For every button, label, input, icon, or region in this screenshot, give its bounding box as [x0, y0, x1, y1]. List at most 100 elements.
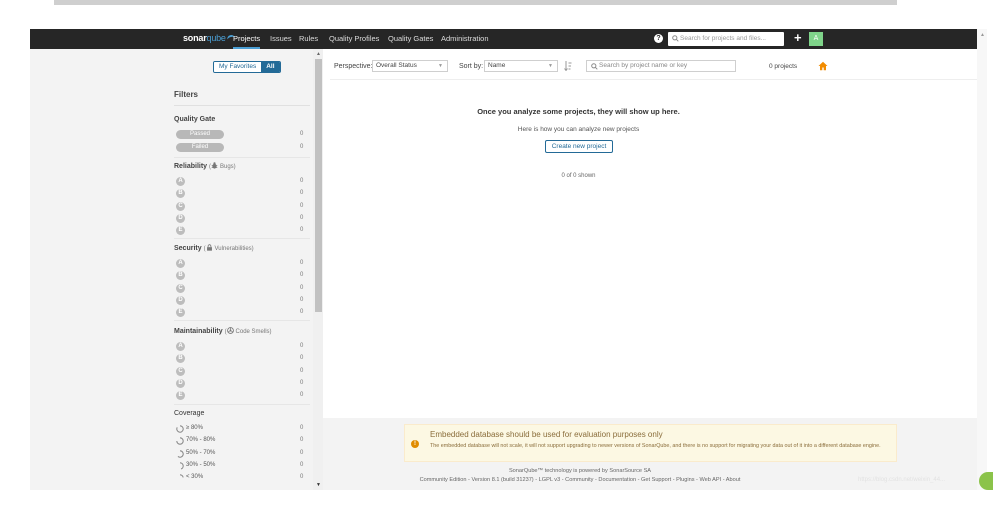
divider	[174, 404, 310, 405]
security-rating-a[interactable]: A	[176, 259, 185, 268]
maintainability-rating-count: 0	[300, 343, 304, 349]
security-rating-count: 0	[300, 272, 304, 279]
coverage-option-label[interactable]: 50% - 70%	[186, 450, 215, 456]
coverage-option-count: 0	[300, 461, 304, 468]
avatar[interactable]: A	[809, 32, 823, 46]
nav-rules[interactable]: Rules	[299, 29, 318, 49]
reliability-rating-c[interactable]: C	[176, 201, 185, 211]
coverage-option-count: 0	[300, 425, 304, 431]
my-favorites-button[interactable]: My Favorites	[214, 62, 262, 72]
sidebar-scroll-up-icon[interactable]: ▲	[316, 51, 321, 57]
reliability-rating-d[interactable]: D	[176, 213, 185, 223]
all-button[interactable]: All	[261, 62, 280, 72]
security-rating-count: 0	[300, 260, 304, 266]
watermark: https://blog.csdn.net/weixin_44...	[858, 477, 946, 483]
nav-issues[interactable]: Issues	[270, 29, 292, 49]
nav-quality-gates[interactable]: Quality Gates	[388, 29, 433, 49]
create-new-project-button[interactable]: Create new project	[545, 140, 613, 153]
top-navbar: sonarqube Projects Issues Rules Quality …	[30, 29, 977, 49]
reliability-rating-count: 0	[300, 202, 304, 209]
empty-state-subtitle: Here is how you can analyze new projects	[517, 126, 640, 133]
coverage-donut-icon	[177, 449, 184, 458]
sidebar-scroll-down-icon[interactable]: ▼	[316, 482, 321, 488]
maintainability-rating-count: 0	[300, 392, 304, 399]
divider	[174, 320, 310, 321]
corner-badge-icon[interactable]	[979, 472, 993, 490]
sort-order-icon[interactable]	[564, 60, 572, 71]
sidebar-scroll-thumb[interactable]	[315, 59, 322, 312]
projects-count: 0 projects	[769, 63, 798, 70]
coverage-option-label[interactable]: < 30%	[186, 474, 203, 480]
coverage-donut-icon	[176, 425, 184, 433]
maintainability-rating-c[interactable]: C	[176, 366, 185, 376]
perspective-select[interactable]: Overall Status ▼	[372, 60, 448, 72]
divider	[174, 157, 310, 158]
project-search-input[interactable]: Search by project name or key	[586, 60, 736, 72]
perspective-label: Perspective:	[334, 63, 373, 70]
search-icon	[591, 63, 598, 70]
empty-state-title: Once you analyze some projects, they wil…	[477, 107, 680, 116]
maintainability-rating-a[interactable]: A	[176, 342, 185, 351]
maintainability-rating-count: 0	[300, 355, 304, 362]
global-search-input[interactable]: Search for projects and files...	[668, 32, 784, 46]
coverage-donut-icon	[179, 474, 184, 478]
facet-security-title[interactable]: Security ( Vulnerabilities)	[174, 244, 254, 252]
home-icon[interactable]	[818, 61, 828, 71]
divider	[174, 105, 310, 106]
coverage-option-count: 0	[300, 437, 304, 444]
filters-title: Filters	[174, 90, 199, 99]
nav-administration[interactable]: Administration	[441, 29, 489, 49]
reliability-rating-count: 0	[300, 214, 304, 221]
maintainability-rating-count: 0	[300, 367, 304, 374]
reliability-rating-a[interactable]: A	[176, 177, 185, 186]
favorites-toggle: My Favorites All	[213, 61, 281, 73]
coverage-option-count: 0	[300, 474, 304, 481]
nav-projects[interactable]: Projects	[233, 29, 261, 49]
scroll-up-arrow-icon[interactable]: ▲	[980, 32, 985, 38]
coverage-donut-icon	[176, 437, 184, 445]
warning-icon: !	[411, 440, 419, 448]
security-rating-count: 0	[300, 309, 304, 316]
help-icon[interactable]: ?	[654, 34, 663, 43]
sortby-label: Sort by:	[459, 63, 484, 70]
divider	[330, 79, 977, 80]
global-search-placeholder: Search for projects and files...	[680, 35, 766, 42]
reliability-rating-count: 0	[300, 190, 304, 197]
coverage-option-count: 0	[300, 449, 304, 456]
facet-reliability-title[interactable]: Reliability ( Bugs)	[174, 162, 236, 170]
sortby-select[interactable]: Name ▼	[484, 60, 558, 72]
coverage-donut-icon	[179, 462, 184, 470]
page-scrollbar[interactable]: ▲	[977, 29, 987, 490]
chevron-down-icon: ▼	[438, 63, 443, 69]
maintainability-rating-count: 0	[300, 379, 304, 386]
security-rating-d[interactable]: D	[176, 295, 185, 305]
shown-count: 0 of 0 shown	[561, 173, 596, 179]
facet-quality-gate-title[interactable]: Quality Gate	[174, 116, 215, 123]
security-rating-c[interactable]: C	[176, 283, 185, 293]
project-search-placeholder: Search by project name or key	[599, 62, 688, 69]
search-icon	[672, 35, 679, 42]
create-plus-icon[interactable]: +	[794, 31, 802, 45]
gate-passed-option[interactable]: Passed	[176, 130, 224, 139]
coverage-option-label[interactable]: ≥ 80%	[186, 425, 203, 431]
security-rating-count: 0	[300, 296, 304, 303]
warning-text: The embedded database will not scale, it…	[430, 443, 881, 449]
coverage-option-label[interactable]: 70% - 80%	[186, 437, 215, 443]
footer-links[interactable]: Community Edition - Version 8.1 (build 3…	[330, 477, 830, 483]
maintainability-rating-d[interactable]: D	[176, 378, 185, 388]
coverage-option-label[interactable]: 30% - 50%	[186, 462, 215, 468]
warning-title: Embedded database should be used for eva…	[430, 430, 663, 439]
gate-passed-count: 0	[300, 131, 304, 137]
reliability-rating-count: 0	[300, 178, 304, 184]
lock-icon	[206, 244, 212, 251]
facet-maintainability-title[interactable]: Maintainability ( Code Smells)	[174, 327, 272, 335]
facet-coverage-title[interactable]: Coverage	[174, 410, 204, 417]
reliability-rating-count: 0	[300, 227, 304, 234]
nav-quality-profiles[interactable]: Quality Profiles	[329, 29, 379, 49]
sonarqube-logo[interactable]: sonarqube	[183, 33, 236, 43]
chevron-down-icon: ▼	[548, 63, 553, 69]
gate-failed-option[interactable]: Failed	[176, 143, 224, 152]
embedded-db-warning: ! Embedded database should be used for e…	[404, 424, 897, 462]
top-strip	[54, 0, 897, 5]
code-smell-icon	[226, 327, 234, 334]
